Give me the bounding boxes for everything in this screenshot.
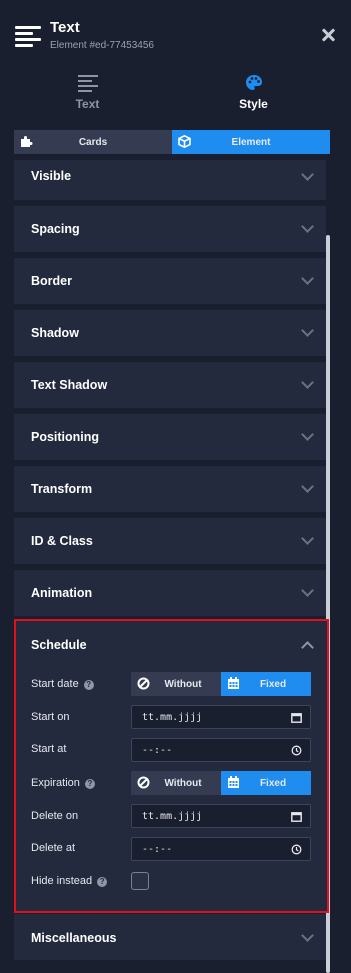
start-on-label: Start on [31, 711, 70, 723]
tab-text[interactable]: Text [0, 68, 175, 120]
expiration-label: Expiration? [31, 777, 95, 789]
hide-instead-label: Hide instead? [31, 875, 108, 887]
palette-icon [245, 75, 262, 90]
editor-tabs: Text Style [0, 68, 351, 120]
section-border[interactable]: Border [14, 258, 326, 304]
help-icon[interactable]: ? [97, 877, 108, 887]
start-at-label: Start at [31, 743, 67, 755]
chevron-down-icon [301, 220, 314, 233]
delete-on-label: Delete on [31, 810, 79, 822]
section-animation[interactable]: Animation [14, 570, 326, 616]
section-miscellaneous-title: Miscellaneous [31, 931, 117, 945]
section-miscellaneous[interactable]: Miscellaneous [14, 914, 326, 960]
hide-instead-checkbox[interactable] [131, 872, 149, 890]
chevron-down-icon [301, 428, 314, 441]
scope-switcher: Cards Element [14, 130, 330, 154]
cards-button[interactable]: Cards [14, 130, 172, 154]
chevron-down-icon [301, 929, 314, 942]
section-shadow[interactable]: Shadow [14, 310, 326, 356]
clock-icon[interactable] [291, 844, 302, 855]
start-at-time-input[interactable]: --:-- [131, 738, 311, 762]
chevron-up-icon[interactable] [301, 641, 314, 654]
chevron-down-icon [301, 532, 314, 545]
chevron-down-icon [301, 584, 314, 597]
clock-icon[interactable] [291, 745, 302, 756]
element-button[interactable]: Element [172, 130, 330, 154]
panel-header: Text Element #ed-77453456 [0, 0, 351, 68]
delete-on-date-input[interactable]: tt.mm.jjjj [131, 804, 311, 828]
chevron-down-icon [301, 272, 314, 285]
menu-icon[interactable] [15, 26, 41, 48]
start-date-fixed-button[interactable]: Fixed [221, 672, 311, 696]
text-align-icon [77, 75, 98, 92]
section-animation-title: Animation [31, 586, 93, 600]
help-icon[interactable]: ? [83, 680, 94, 690]
section-transform[interactable]: Transform [14, 466, 326, 512]
start-date-without-button[interactable]: Without [131, 672, 221, 696]
section-id-class-title: ID & Class [31, 534, 93, 548]
chevron-down-icon [301, 324, 314, 337]
section-border-title: Border [31, 274, 72, 288]
start-date-label: Start date? [31, 678, 94, 690]
element-label: Element [231, 137, 271, 148]
section-text-shadow[interactable]: Text Shadow [14, 362, 326, 408]
expiration-without-button[interactable]: Without [131, 771, 221, 795]
section-spacing[interactable]: Spacing [14, 206, 326, 252]
section-schedule-title[interactable]: Schedule [31, 638, 87, 652]
delete-at-time-input[interactable]: --:-- [131, 837, 311, 861]
section-transform-title: Transform [31, 482, 93, 496]
chevron-down-icon [301, 168, 314, 181]
section-visible-title: Visible [31, 169, 72, 183]
help-icon[interactable]: ? [84, 779, 95, 789]
cards-label: Cards [78, 137, 108, 148]
start-date-toggle: Without Fixed [131, 672, 311, 696]
start-on-date-input[interactable]: tt.mm.jjjj [131, 705, 311, 729]
chevron-down-icon [301, 480, 314, 493]
section-positioning-title: Positioning [31, 430, 100, 444]
tab-text-label: Text [75, 97, 100, 111]
chevron-down-icon [301, 376, 314, 389]
section-schedule: Schedule Start date? Without Fixed Start… [14, 619, 329, 913]
section-shadow-title: Shadow [31, 326, 79, 340]
calendar-icon[interactable] [291, 811, 302, 822]
element-title: Text [50, 19, 80, 36]
delete-at-label: Delete at [31, 842, 76, 854]
expiration-toggle: Without Fixed [131, 771, 311, 795]
section-id-class[interactable]: ID & Class [14, 518, 326, 564]
section-text-shadow-title: Text Shadow [31, 378, 108, 392]
expiration-fixed-button[interactable]: Fixed [221, 771, 311, 795]
tab-style[interactable]: Style [166, 68, 341, 120]
element-id: Element #ed-77453456 [50, 40, 154, 51]
section-spacing-title: Spacing [31, 222, 80, 236]
section-positioning[interactable]: Positioning [14, 414, 326, 460]
tab-style-label: Style [239, 97, 268, 111]
section-visible[interactable]: Visible [14, 160, 326, 200]
close-icon[interactable] [321, 28, 335, 42]
calendar-icon[interactable] [291, 712, 302, 723]
